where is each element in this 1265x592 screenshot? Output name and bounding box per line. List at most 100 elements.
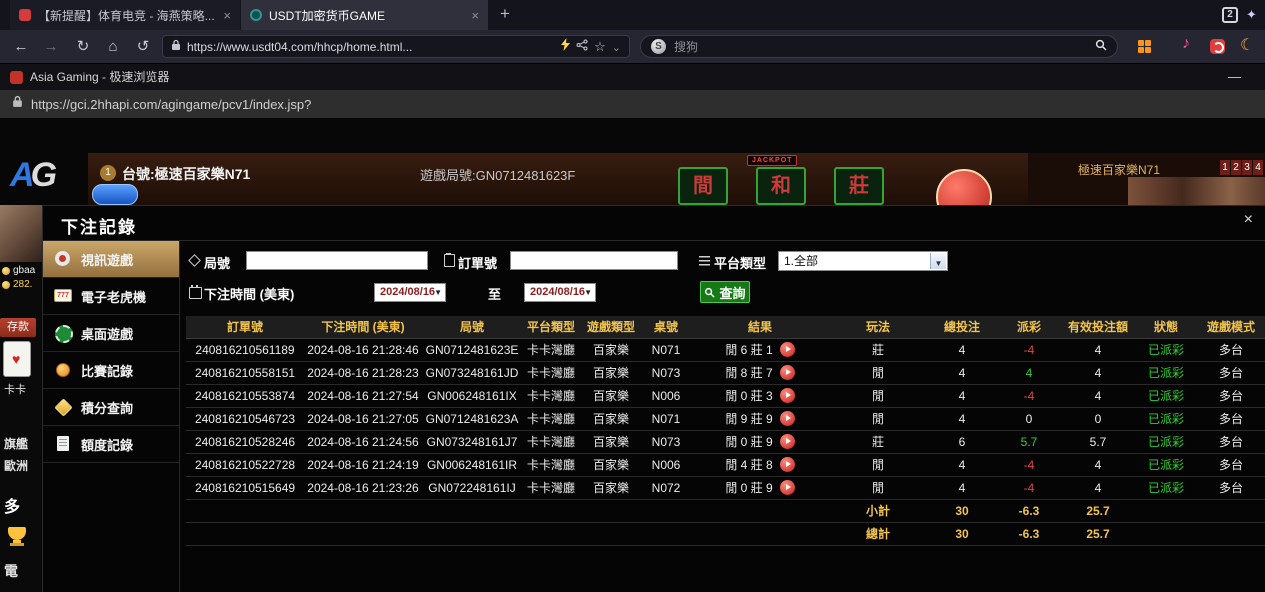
screen: 【新提醒】体育电竞 - 海燕策略... × USDT加密货币GAME × + 2… [0, 0, 1265, 592]
forward-button[interactable]: → [40, 30, 62, 63]
tab-title: 【新提醒】体育电竞 - 海燕策略... [38, 7, 216, 24]
browser-tab-bar: 【新提醒】体育电竞 - 海燕策略... × USDT加密货币GAME × + 2… [0, 0, 1265, 30]
replay-button[interactable] [780, 365, 795, 380]
frame-url-text: https://gci.2hhapi.com/agingame/pcv1/ind… [31, 97, 311, 112]
game-header: 1 台號:極速百家樂N71 遊戲局號:GN0712481623F JACKPOT… [88, 153, 1028, 205]
date-to-picker[interactable]: 2024/08/16 [524, 283, 596, 302]
search-bar[interactable]: S 搜狗 [640, 35, 1118, 58]
lobby-tab-multi[interactable]: 多 [4, 493, 20, 517]
column-header: 局號 [422, 316, 522, 338]
payout: 5.7 [998, 430, 1060, 453]
home-button[interactable]: ⌂ [102, 30, 124, 63]
replay-button[interactable] [780, 411, 795, 426]
shoe-number[interactable]: 3 [1242, 160, 1252, 175]
tab-close-icon[interactable]: × [223, 8, 231, 23]
music-icon[interactable] [1182, 35, 1190, 53]
menu-item-match-records[interactable]: 比賽記錄 [43, 352, 179, 389]
table-number: N006 [642, 384, 690, 407]
column-header: 總投注 [926, 316, 998, 338]
minimize-button[interactable]: — [1228, 64, 1241, 89]
refresh-button[interactable]: ↻ [72, 30, 94, 63]
menu-item-video-games[interactable]: 視訊遊戲 [43, 241, 179, 278]
replay-button[interactable] [780, 434, 795, 449]
table-row: 2408162105611892024-08-16 21:28:46GN0712… [186, 338, 1265, 361]
shoe-number[interactable]: 1 [1220, 160, 1230, 175]
records-table: 訂單號下注時間 (美東)局號平台類型遊戲類型桌號結果玩法總投注派彩有效投注額狀態… [186, 316, 1265, 546]
bet-tile-zhuang[interactable]: 莊 [834, 167, 884, 205]
replay-button[interactable] [780, 342, 795, 357]
lobby-tab-kaka[interactable]: 卡卡 [4, 381, 26, 397]
close-icon[interactable]: × [1244, 211, 1253, 229]
menu-item-credit-records[interactable]: 額度記錄 [43, 426, 179, 463]
valid-bet: 4 [1060, 453, 1136, 476]
platform: 卡卡灣廳 [522, 338, 580, 361]
night-mode-icon[interactable] [1240, 35, 1254, 55]
query-button[interactable]: 查詢 [700, 281, 750, 303]
lobby-tab-flagship[interactable]: 旗艦 [4, 435, 28, 452]
bookmark-star-icon[interactable] [594, 38, 606, 56]
result-text: 閒 0 莊 9 [725, 435, 772, 449]
order-id: 240816210546723 [186, 407, 304, 430]
lobby-tab-europe[interactable]: 歐洲 [4, 457, 28, 474]
result-cell: 閒 0 莊 9 [690, 430, 830, 453]
tab-favicon [19, 9, 31, 21]
coin-icon [2, 267, 10, 275]
trophy-icon[interactable] [8, 527, 26, 540]
history-button[interactable]: ↺ [132, 30, 154, 63]
replay-button[interactable] [780, 457, 795, 472]
app-grid-icon[interactable] [1138, 40, 1151, 53]
status-badge: 已派彩 [1136, 453, 1196, 476]
browser-theme-icon[interactable]: ✦ [1246, 7, 1257, 23]
share-icon[interactable] [576, 38, 588, 56]
date-arrow-icon [584, 284, 592, 301]
bet-time: 2024-08-16 21:28:23 [304, 361, 422, 384]
game-type: 百家樂 [580, 453, 642, 476]
game-mode: 多台 [1196, 338, 1265, 361]
lightning-icon[interactable] [561, 38, 570, 56]
game-mode: 多台 [1196, 361, 1265, 384]
total-bet: 4 [926, 338, 998, 361]
menu-item-points-query[interactable]: 積分查詢 [43, 389, 179, 426]
select-arrow-icon[interactable] [930, 253, 946, 269]
shoe-number[interactable]: 4 [1253, 160, 1263, 175]
lobby-tab-electronic[interactable]: 電 [4, 561, 18, 581]
play-type: 閒 [830, 407, 926, 430]
replay-button[interactable] [780, 480, 795, 495]
round-number-label: 遊戲局號:GN0712481623F [420, 165, 575, 184]
round-number-input[interactable] [246, 251, 428, 270]
browser-tab-usdt-game[interactable]: USDT加密货币GAME × [241, 0, 488, 30]
back-button[interactable]: ← [10, 30, 32, 63]
tab-close-icon[interactable]: × [471, 8, 479, 23]
frame-url-bar[interactable]: https://gci.2hhapi.com/agingame/pcv1/ind… [0, 90, 1265, 118]
game-type: 百家樂 [580, 430, 642, 453]
search-icon[interactable] [1095, 38, 1107, 56]
platform-type-select[interactable]: 1.全部 [778, 251, 948, 271]
result-text: 閒 0 莊 3 [725, 389, 772, 403]
address-bar[interactable]: https://www.usdt04.com/hhcp/home.html... [162, 35, 630, 58]
menu-item-table-games[interactable]: 桌面遊戲 [43, 315, 179, 352]
order-number-input[interactable] [510, 251, 678, 270]
replay-button[interactable] [780, 388, 795, 403]
round-id: GN072248161IJ [422, 476, 522, 499]
platform: 卡卡灣廳 [522, 453, 580, 476]
chevron-down-icon[interactable] [612, 38, 621, 56]
date-from-picker[interactable]: 2024/08/16 [374, 283, 446, 302]
bet-tile-jian[interactable]: 間 [678, 167, 728, 205]
table-number-label: 台號:極速百家樂N71 [122, 164, 250, 184]
tab-count-badge[interactable]: 2 [1222, 7, 1238, 23]
browser-tab-sports[interactable]: 【新提醒】体育电竞 - 海燕策略... × [10, 0, 240, 30]
total-bet: 4 [926, 476, 998, 499]
shoe-number-tiles[interactable]: 1 2 3 4 [1220, 160, 1263, 175]
deposit-button[interactable]: 存款 [0, 318, 36, 337]
red-app-icon[interactable] [1210, 39, 1225, 54]
status-badge: 已派彩 [1136, 430, 1196, 453]
menu-item-label: 額度記錄 [81, 435, 133, 454]
play-type: 莊 [830, 338, 926, 361]
menu-item-slot-machines[interactable]: 777 電子老虎機 [43, 278, 179, 315]
new-tab-button[interactable]: + [500, 4, 510, 24]
search-icon [704, 287, 715, 298]
player-bet-button[interactable] [92, 184, 138, 205]
shoe-number[interactable]: 2 [1231, 160, 1241, 175]
bet-tile-he[interactable]: 和 [756, 167, 806, 205]
bet-time: 2024-08-16 21:28:46 [304, 338, 422, 361]
